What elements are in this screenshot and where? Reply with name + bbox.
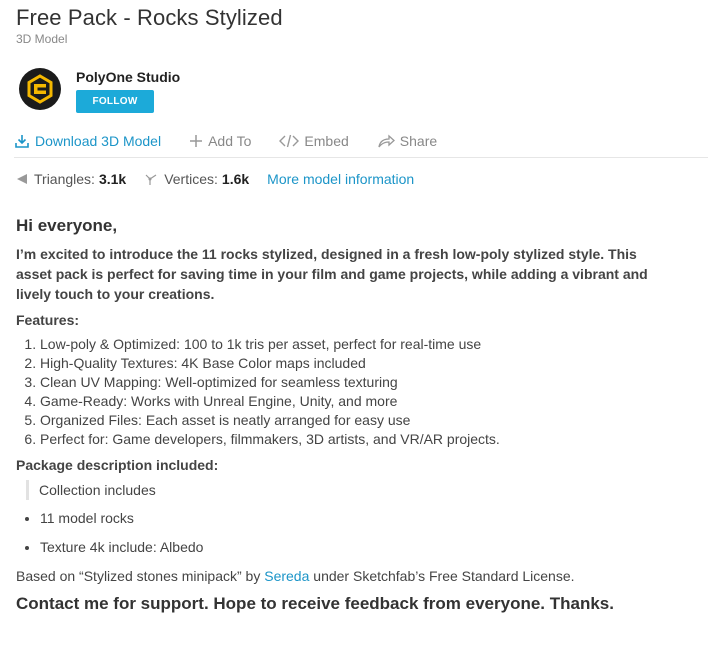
model-stats: Triangles: 3.1k Vertices: 1.6k More mode…	[16, 171, 414, 187]
polyone-logo-icon	[27, 74, 53, 104]
download-label: Download 3D Model	[35, 133, 162, 149]
share-label: Share	[399, 133, 438, 149]
author-name[interactable]: PolyOne Studio	[76, 69, 180, 85]
page-title: Free Pack - Rocks Stylized	[16, 5, 283, 30]
share-icon	[378, 134, 395, 148]
feature-item: Organized Files: Each asset is neatly ar…	[40, 411, 676, 430]
support-message: Contact me for support. Hope to receive …	[16, 594, 614, 613]
feature-item: Low-poly & Optimized: 100 to 1k tris per…	[40, 335, 676, 354]
model-actions-bar: Download 3D Model Add To Embed Share	[14, 130, 465, 152]
vertices-value: 1.6k	[221, 171, 250, 187]
feature-item: Game-Ready: Works with Unreal Engine, Un…	[40, 392, 676, 411]
package-list: 11 model rocks Texture 4k include: Albed…	[40, 508, 676, 557]
code-icon	[279, 134, 300, 148]
package-heading: Package description included:	[16, 457, 219, 473]
add-to-label: Add To	[208, 133, 252, 149]
description-greeting: Hi everyone,	[16, 216, 118, 235]
feature-item: High-Quality Textures: 4K Base Color map…	[40, 354, 676, 373]
share-button[interactable]: Share	[377, 133, 437, 149]
triangles-label: Triangles:	[34, 171, 95, 187]
feature-item: Clean UV Mapping: Well-optimized for sea…	[40, 373, 676, 392]
vertex-icon	[145, 174, 157, 185]
embed-label: Embed	[304, 133, 349, 149]
model-description: Hi everyone, I’m excited to introduce th…	[16, 216, 676, 613]
more-model-info-link[interactable]: More model information	[267, 171, 414, 187]
license-prefix: Based on “Stylized stones minipack” by	[16, 568, 265, 584]
triangle-icon	[17, 174, 27, 184]
collection-quote: Collection includes	[26, 480, 676, 500]
description-intro: I’m excited to introduce the 11 rocks st…	[16, 246, 648, 302]
download-icon	[15, 135, 29, 148]
license-author-link[interactable]: Sereda	[264, 568, 309, 584]
plus-icon	[190, 135, 203, 147]
actions-divider	[14, 157, 708, 158]
feature-item: Perfect for: Game developers, filmmakers…	[40, 430, 676, 449]
author-avatar[interactable]	[19, 68, 61, 110]
features-heading: Features:	[16, 312, 80, 328]
follow-button[interactable]: FOLLOW	[76, 90, 154, 113]
license-text: Based on “Stylized stones minipack” by S…	[16, 566, 676, 586]
embed-button[interactable]: Embed	[279, 133, 349, 149]
package-item: Texture 4k include: Albedo	[40, 537, 676, 557]
license-suffix: under Sketchfab’s Free Standard License.	[309, 568, 575, 584]
model-type-label: 3D Model	[16, 32, 68, 46]
vertices-label: Vertices:	[164, 171, 218, 187]
add-to-button[interactable]: Add To	[189, 133, 251, 149]
features-list: Low-poly & Optimized: 100 to 1k tris per…	[40, 335, 676, 449]
triangles-value: 3.1k	[98, 171, 127, 187]
download-button[interactable]: Download 3D Model	[14, 133, 161, 149]
package-item: 11 model rocks	[40, 508, 676, 528]
